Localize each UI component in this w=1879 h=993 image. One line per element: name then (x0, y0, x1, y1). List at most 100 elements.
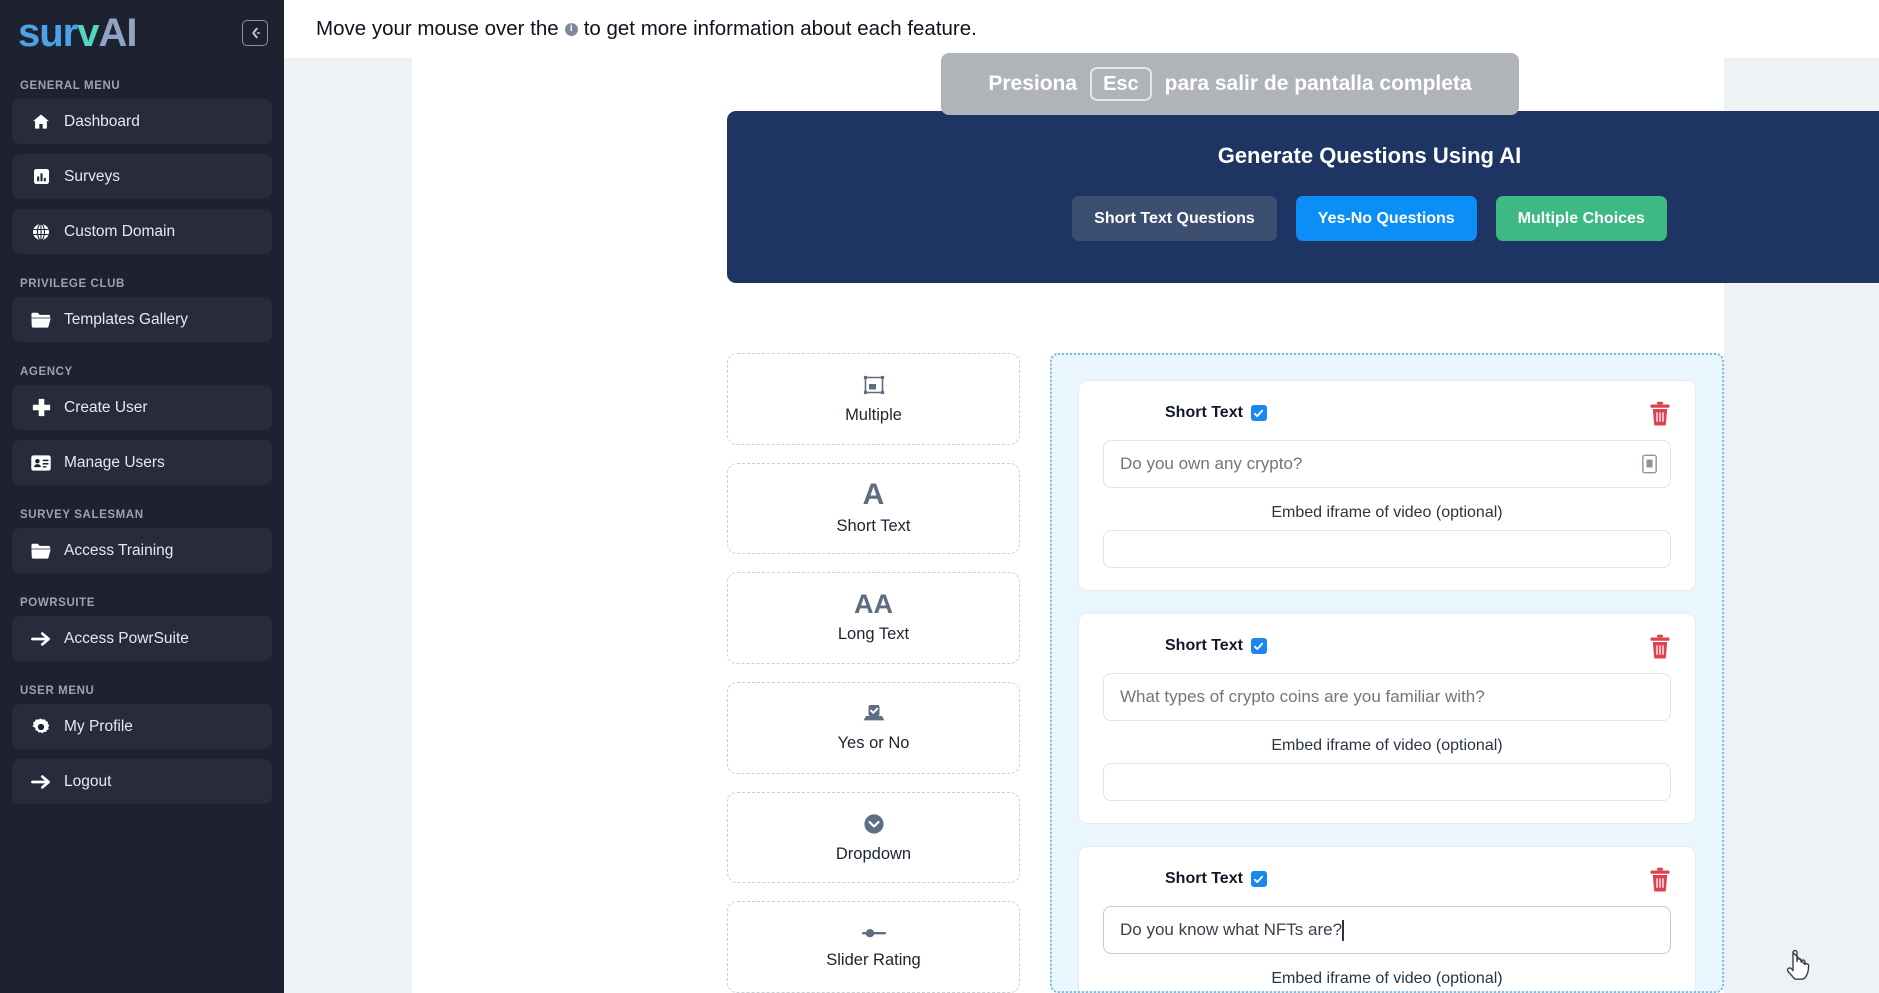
embed-iframe-input[interactable] (1103, 763, 1671, 801)
sidebar-item-custom-domain[interactable]: Custom Domain (12, 209, 272, 254)
question-text-input[interactable] (1103, 440, 1671, 488)
short-text-questions-button[interactable]: Short Text Questions (1072, 196, 1277, 241)
palette-item-multiple[interactable]: Multiple (727, 353, 1020, 445)
question-required-checkbox[interactable] (1250, 638, 1267, 654)
sidebar-item-label: Create User (64, 398, 148, 416)
sidebar-item-create-user[interactable]: Create User (12, 385, 272, 430)
sidebar-section-label: POWRSUITE (20, 597, 96, 609)
hint-text: Move your mouse over the i to get more i… (316, 17, 977, 41)
home-icon (30, 111, 52, 133)
hint-text-before: Move your mouse over the (316, 17, 559, 40)
chevron-down-circle-icon (862, 812, 886, 836)
builder-stage: Presiona Esc para salir de pantalla comp… (284, 53, 1879, 993)
sidebar-item-templates-gallery[interactable]: Templates Gallery (12, 297, 272, 342)
stage-left-gutter (284, 58, 412, 993)
logo-part-1: sur (18, 11, 78, 55)
multiple-choices-button[interactable]: Multiple Choices (1495, 196, 1667, 241)
letter-a-icon: A (862, 478, 885, 511)
logo-part-3: AI (98, 11, 138, 55)
sidebar-item-access-powrsuite[interactable]: Access PowrSuite (12, 616, 272, 661)
app-root: survAI GENERAL MENU Dashboard Surveys Cu… (0, 0, 1879, 993)
question-type-label-wrap: Short Text (1165, 404, 1267, 422)
sidebar-nav: GENERAL MENU Dashboard Surveys Custom Do… (12, 66, 272, 814)
hint-text-after: to get more information about each featu… (583, 17, 977, 40)
main-content: Move your mouse over the i to get more i… (284, 0, 1879, 993)
sidebar-item-label: Access Training (64, 541, 174, 559)
sidebar-item-dashboard[interactable]: Dashboard (12, 99, 272, 144)
palette-item-label: Short Text (836, 517, 911, 535)
sidebar-item-my-profile[interactable]: My Profile (12, 704, 272, 749)
question-type-label: Short Text (1165, 637, 1243, 654)
sidebar-section-label: PRIVILEGE CLUB (20, 278, 125, 290)
sidebar-item-label: Dashboard (64, 112, 140, 130)
sidebar-item-logout[interactable]: Logout (12, 759, 272, 804)
sidebar-item-label: Templates Gallery (64, 310, 189, 328)
question-card-header: Short Text (1103, 862, 1671, 896)
sidebar-item-manage-users[interactable]: Manage Users (12, 440, 272, 485)
letter-aa-icon: AA (854, 589, 893, 620)
ai-generate-panel: Generate Questions Using AI Short Text Q… (727, 111, 1879, 283)
toast-text-after: para salir de pantalla completa (1164, 72, 1472, 95)
ai-panel-buttons: Short Text Questions Yes-No Questions Mu… (1072, 196, 1667, 241)
question-type-label: Short Text (1165, 870, 1243, 887)
palette-item-label: Dropdown (835, 844, 912, 863)
palette-item-dropdown[interactable]: Dropdown (727, 791, 1020, 884)
delete-question-button[interactable] (1649, 401, 1671, 426)
delete-question-button[interactable] (1649, 634, 1671, 659)
palette-item-label: Long Text (837, 625, 910, 644)
question-required-checkbox[interactable] (1250, 405, 1267, 421)
arrow-right-icon (30, 628, 52, 650)
question-type-palette: Multiple A Short Text AA Long Text Yes o… (727, 353, 1020, 993)
slider-icon (861, 924, 887, 942)
question-type-label: Short Text (1165, 404, 1243, 421)
toast-text-before: Presiona (988, 72, 1078, 95)
sidebar-section-label: AGENCY (20, 366, 73, 378)
check-icon (1254, 409, 1264, 417)
question-required-checkbox[interactable] (1250, 871, 1267, 887)
arrow-right-icon (30, 771, 52, 793)
question-input-wrap (1103, 440, 1671, 488)
checkbox-laptop-icon (861, 703, 887, 725)
palette-item-label: Slider Rating (826, 951, 921, 970)
sidebar-item-label: Logout (64, 772, 112, 790)
question-text-input[interactable] (1103, 673, 1671, 721)
question-card: Short Text (1078, 613, 1696, 824)
question-input-wrap (1103, 906, 1671, 954)
ai-panel-title: Generate Questions Using AI (1217, 143, 1522, 168)
questions-dropzone[interactable]: Short Text Do you own any crypto? Embed … (1050, 353, 1724, 993)
chart-icon (30, 166, 52, 188)
delete-question-button[interactable] (1649, 867, 1671, 892)
question-type-label-wrap: Short Text (1165, 870, 1267, 888)
folder-icon (30, 540, 52, 562)
sidebar-item-access-training[interactable]: Access Training (12, 528, 272, 573)
sidebar-item-label: Surveys (64, 167, 120, 185)
palette-item-yes-or-no[interactable]: Yes or No (727, 682, 1020, 774)
app-logo[interactable]: survAI (18, 11, 138, 55)
embed-iframe-input[interactable] (1103, 530, 1671, 568)
palette-item-long-text[interactable]: AA Long Text (727, 572, 1020, 665)
embed-label: Embed iframe of video (optional) (1271, 970, 1503, 987)
sidebar-item-label: My Profile (64, 717, 133, 735)
question-card: Short Text (1078, 846, 1696, 991)
palette-item-short-text[interactable]: A Short Text (727, 462, 1020, 555)
question-media-icon[interactable] (1642, 454, 1657, 474)
sidebar-collapse-icon[interactable] (242, 20, 268, 46)
sidebar-section-label: SURVEY SALESMAN (20, 509, 144, 521)
palette-item-slider-rating[interactable]: Slider Rating (727, 901, 1020, 993)
question-input-wrap (1103, 673, 1671, 721)
sidebar: survAI GENERAL MENU Dashboard Surveys Cu… (0, 0, 284, 993)
yes-no-questions-button[interactable]: Yes-No Questions (1295, 196, 1477, 241)
sidebar-item-surveys[interactable]: Surveys (12, 154, 272, 199)
toast-esc-key: Esc (1090, 67, 1152, 101)
sidebar-header: survAI (12, 0, 272, 66)
multiple-choice-icon (862, 373, 886, 397)
question-card: Short Text (1078, 380, 1696, 591)
plus-icon (30, 397, 52, 419)
logo-part-2: v (77, 11, 99, 55)
sidebar-section-label: USER MENU (20, 685, 95, 697)
question-text-input[interactable] (1103, 906, 1671, 954)
info-icon[interactable]: i (564, 22, 578, 36)
question-card-header: Short Text (1103, 629, 1671, 663)
embed-label: Embed iframe of video (optional) (1271, 737, 1503, 754)
top-hint-bar: Move your mouse over the i to get more i… (284, 0, 1879, 58)
